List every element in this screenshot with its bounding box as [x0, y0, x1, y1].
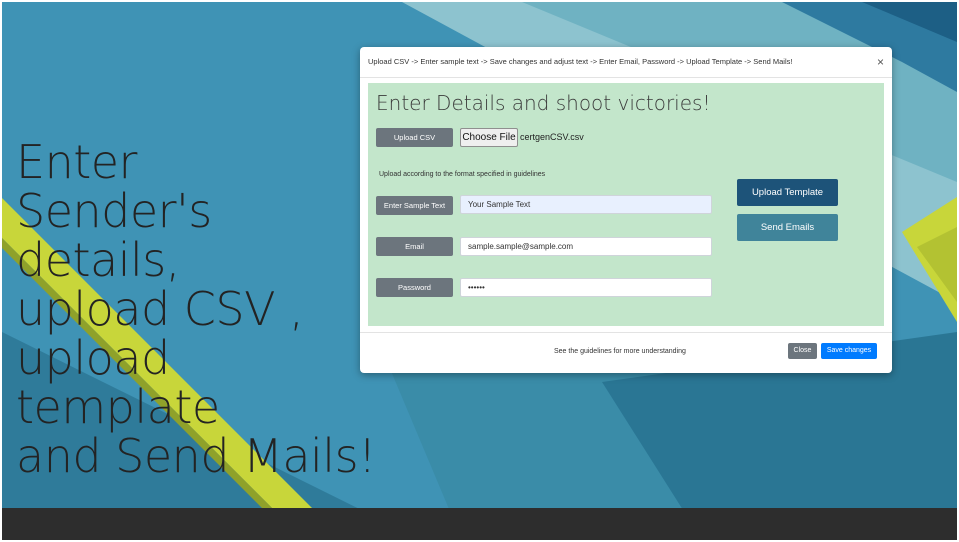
file-name: certgenCSV.csv: [520, 132, 584, 142]
modal-title: Upload CSV -> Enter sample text -> Save …: [368, 57, 793, 66]
email-label: Email: [376, 237, 453, 256]
sample-text-input[interactable]: Your Sample Text: [460, 195, 712, 214]
upload-template-button[interactable]: Upload Template: [737, 179, 838, 206]
choose-file-button[interactable]: Choose File: [460, 128, 518, 147]
hero-line: upload: [16, 331, 170, 385]
close-icon[interactable]: ×: [877, 55, 884, 69]
hero-line: upload CSV ,: [16, 282, 304, 336]
hero-heading: Enter Sender's details, upload CSV , upl…: [16, 138, 396, 481]
upload-modal: Upload CSV -> Enter sample text -> Save …: [360, 47, 892, 373]
email-input[interactable]: sample.sample@sample.com: [460, 237, 712, 256]
upload-hint: Upload according to the format specified…: [379, 171, 546, 178]
guidelines-text: See the guidelines for more understandin…: [554, 348, 686, 355]
hero-line: Enter: [16, 135, 137, 189]
password-label: Password: [376, 278, 453, 297]
modal-footer: See the guidelines for more understandin…: [360, 332, 892, 374]
hero-line: template: [16, 380, 220, 434]
save-changes-button[interactable]: Save changes: [821, 343, 877, 359]
modal-header: Upload CSV -> Enter sample text -> Save …: [360, 47, 892, 78]
password-input[interactable]: ••••••: [460, 278, 712, 297]
footer-bar: [2, 508, 957, 540]
send-emails-button[interactable]: Send Emails: [737, 214, 838, 241]
hero-line: Sender's: [16, 184, 212, 238]
details-panel: Enter Details and shoot victories! Uploa…: [368, 83, 884, 326]
panel-title: Enter Details and shoot victories!: [376, 91, 711, 115]
upload-csv-label: Upload CSV: [376, 128, 453, 147]
close-button[interactable]: Close: [788, 343, 817, 359]
sample-text-label: Enter Sample Text: [376, 196, 453, 215]
hero-line: and Send Mails!: [16, 429, 376, 483]
hero-line: details,: [16, 233, 180, 287]
